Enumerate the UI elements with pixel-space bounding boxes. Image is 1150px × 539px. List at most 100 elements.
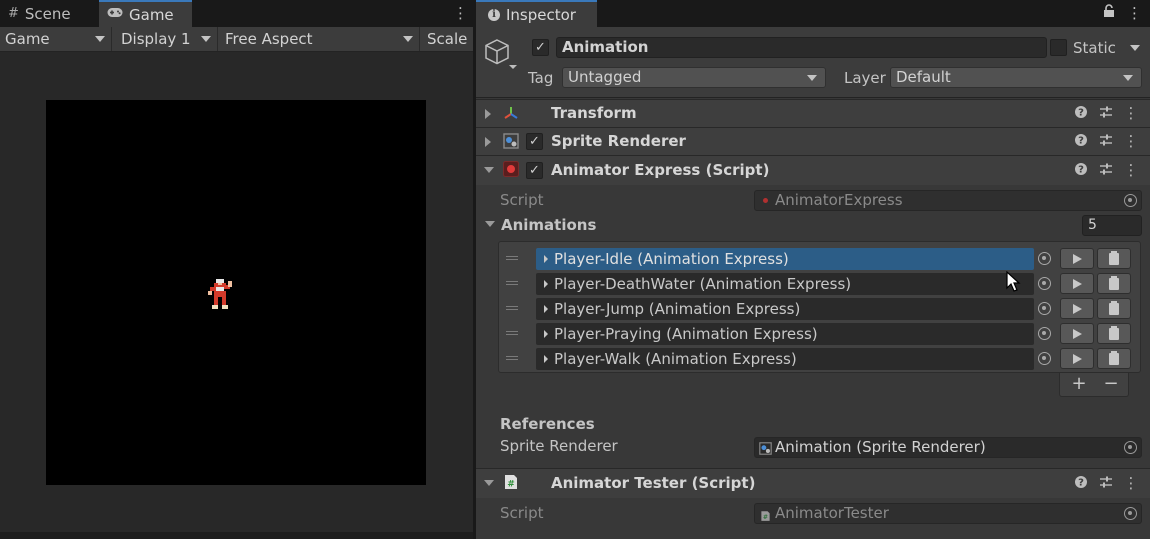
foldout-arrow-icon[interactable] [485, 137, 491, 147]
animation-item-field[interactable]: Player-Idle (Animation Express) [536, 248, 1034, 270]
foldout-arrow-icon[interactable] [544, 330, 548, 338]
animations-size-field[interactable]: 5 [1082, 215, 1142, 236]
active-checkbox[interactable]: ✓ [532, 39, 549, 56]
display-dropdown[interactable]: Display 1 [116, 27, 218, 51]
grid-icon: # [8, 6, 19, 21]
gameobject-cube-icon[interactable] [484, 38, 520, 78]
tab-scene-label: Scene [24, 4, 71, 23]
list-item[interactable]: Player-Idle (Animation Express) [498, 246, 1141, 271]
remove-element-button[interactable]: − [1094, 373, 1128, 395]
animation-item-field[interactable]: Player-DeathWater (Animation Express) [536, 273, 1034, 295]
sprite-renderer-component-header[interactable]: ✓ Sprite Renderer ? ⋮ [476, 127, 1150, 155]
object-picker-icon[interactable] [1038, 327, 1051, 340]
drag-handle-icon[interactable] [506, 281, 518, 285]
tab-game-label: Game [129, 5, 174, 24]
foldout-arrow-icon[interactable] [544, 280, 548, 288]
help-icon[interactable]: ? [1073, 162, 1089, 178]
object-picker-icon[interactable] [1124, 441, 1137, 454]
aspect-dropdown[interactable]: Free Aspect [220, 27, 420, 51]
foldout-arrow-icon[interactable] [485, 221, 495, 227]
sprite-renderer-ref-label: Sprite Renderer [500, 437, 618, 455]
animation-item-field[interactable]: Player-Walk (Animation Express) [536, 348, 1034, 370]
animator-express-component-header[interactable]: ✓ Animator Express (Script) ? ⋮ [476, 155, 1150, 185]
object-picker-icon[interactable] [1038, 302, 1051, 315]
mouse-cursor-icon [1006, 270, 1022, 293]
kebab-menu-icon[interactable]: ⋮ [453, 4, 468, 22]
presets-icon[interactable] [1098, 162, 1114, 178]
help-icon[interactable]: ? [1073, 133, 1089, 149]
layer-dropdown[interactable]: Default [890, 67, 1142, 88]
object-picker-icon[interactable] [1124, 507, 1137, 520]
kebab-menu-icon[interactable]: ⋮ [1123, 162, 1139, 178]
play-button[interactable] [1060, 273, 1094, 294]
tab-scene[interactable]: # Scene [0, 0, 96, 27]
delete-button[interactable] [1097, 323, 1131, 344]
kebab-menu-icon[interactable]: ⋮ [1123, 105, 1139, 121]
game-view-dropdown[interactable]: Game [0, 27, 112, 51]
object-picker-icon[interactable] [1038, 277, 1051, 290]
kebab-menu-icon[interactable]: ⋮ [1123, 475, 1139, 491]
kebab-menu-icon[interactable]: ⋮ [1127, 4, 1142, 22]
gameobject-name-field[interactable]: Animation [556, 37, 1047, 58]
presets-icon[interactable] [1098, 105, 1114, 121]
sprite-renderer-ref-field[interactable]: Animation (Sprite Renderer) [754, 437, 1142, 458]
tag-dropdown[interactable]: Untagged [562, 67, 826, 88]
delete-button[interactable] [1097, 298, 1131, 319]
object-picker-icon[interactable] [1124, 194, 1137, 207]
tester-script-label: Script [500, 504, 544, 522]
static-checkbox[interactable] [1050, 39, 1067, 56]
animation-item-label: Player-Walk (Animation Express) [554, 350, 797, 368]
game-toolbar: Game Display 1 Free Aspect Scale [0, 27, 473, 52]
list-item[interactable]: Player-Praying (Animation Express) [498, 321, 1141, 346]
add-element-button[interactable]: + [1062, 373, 1096, 395]
help-icon[interactable]: ? [1073, 475, 1089, 491]
animation-item-field[interactable]: Player-Praying (Animation Express) [536, 323, 1034, 345]
animation-item-field[interactable]: Player-Jump (Animation Express) [536, 298, 1034, 320]
animator-tester-title: Animator Tester (Script) [551, 474, 756, 492]
play-button[interactable] [1060, 323, 1094, 344]
object-picker-icon[interactable] [1038, 352, 1051, 365]
svg-text:#: # [507, 480, 515, 490]
foldout-arrow-icon[interactable] [544, 305, 548, 313]
list-item[interactable]: Player-DeathWater (Animation Express) [498, 271, 1141, 296]
presets-icon[interactable] [1098, 475, 1114, 491]
tab-game[interactable]: Game [99, 0, 192, 27]
delete-button[interactable] [1097, 348, 1131, 369]
presets-icon[interactable] [1098, 133, 1114, 149]
play-button[interactable] [1060, 248, 1094, 269]
chevron-down-icon[interactable] [1130, 45, 1140, 51]
scale-slider-label[interactable]: Scale [422, 27, 473, 51]
csharp-script-icon: # [503, 474, 519, 490]
lock-icon[interactable] [1103, 4, 1115, 22]
sprite-renderer-enabled-checkbox[interactable]: ✓ [526, 133, 543, 150]
foldout-arrow-icon[interactable] [544, 355, 548, 363]
foldout-arrow-icon[interactable] [485, 109, 491, 119]
object-picker-icon[interactable] [1038, 252, 1051, 265]
tester-script-field[interactable]: # AnimatorTester [754, 503, 1142, 524]
sprite-renderer-icon [503, 133, 519, 149]
delete-button[interactable] [1097, 248, 1131, 269]
transform-component-header[interactable]: Transform ? ⋮ [476, 99, 1150, 127]
gamepad-icon [107, 7, 123, 22]
drag-handle-icon[interactable] [506, 306, 518, 310]
delete-button[interactable] [1097, 273, 1131, 294]
play-button[interactable] [1060, 348, 1094, 369]
script-field[interactable]: AnimatorExpress [754, 190, 1142, 211]
drag-handle-icon[interactable] [506, 256, 518, 260]
foldout-arrow-icon[interactable] [484, 480, 494, 486]
display-dropdown-label: Display 1 [121, 30, 191, 48]
list-item[interactable]: Player-Jump (Animation Express) [498, 296, 1141, 321]
game-viewport[interactable] [46, 100, 426, 485]
tab-inspector[interactable]: i Inspector [476, 0, 597, 27]
foldout-arrow-icon[interactable] [484, 167, 494, 173]
list-item[interactable]: Player-Walk (Animation Express) [498, 346, 1141, 371]
animator-tester-component-header[interactable]: # Animator Tester (Script) ? ⋮ [476, 468, 1150, 498]
kebab-menu-icon[interactable]: ⋮ [1123, 133, 1139, 149]
animator-express-enabled-checkbox[interactable]: ✓ [526, 162, 543, 179]
drag-handle-icon[interactable] [506, 331, 518, 335]
drag-handle-icon[interactable] [506, 356, 518, 360]
help-icon[interactable]: ? [1073, 105, 1089, 121]
animation-item-label: Player-Praying (Animation Express) [554, 325, 818, 343]
foldout-arrow-icon[interactable] [544, 255, 548, 263]
play-button[interactable] [1060, 298, 1094, 319]
